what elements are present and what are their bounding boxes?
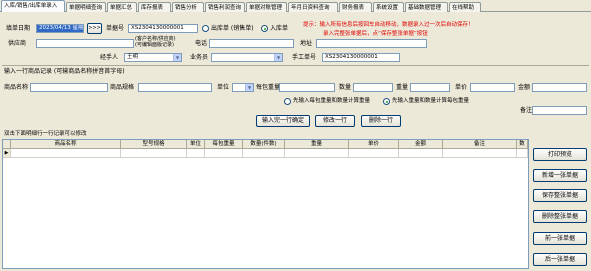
grid-cell[interactable]: [243, 149, 285, 158]
radio-outbound-label: 出库单 (销售单): [211, 25, 254, 32]
pack-weight-field[interactable]: [279, 83, 335, 92]
total-weight-label: 重量: [396, 84, 409, 91]
date-label: 填单日期: [6, 25, 31, 32]
radio-calc-by-weight-label: 先输入重量和数量计算每包重量: [392, 98, 470, 104]
note-label: 备注: [520, 107, 533, 114]
total-weight-field[interactable]: [410, 83, 450, 92]
tab-sales-analysis[interactable]: 销售分析: [172, 2, 204, 12]
tab-settings[interactable]: 系统设置: [373, 2, 404, 12]
new-document-button[interactable]: 新增一张单据: [533, 169, 587, 182]
grid-col-name[interactable]: 商品名称: [11, 140, 121, 149]
radio-calc-by-pack-label: 先输入每包重量和数量计算重量: [293, 98, 371, 104]
grid-col-note[interactable]: 备注: [443, 140, 517, 149]
detail-grid[interactable]: 商品名称 型号规格 单位 每包重量 数量(件数) 重量 单价 金额 备注 数 ▶: [2, 139, 529, 269]
tip-line-1: 提示：输入所有信息后按回车自动移动，数据录入过一次后自动保存！: [303, 22, 474, 28]
tab-help[interactable]: 在线帮助: [449, 2, 481, 12]
tab-finance[interactable]: 财务报表: [339, 2, 372, 12]
radio-outbound[interactable]: [202, 25, 209, 32]
price-field[interactable]: [470, 83, 515, 92]
grid-col-qty[interactable]: 数量(件数): [243, 140, 285, 149]
product-name-label: 商品名称: [4, 84, 29, 91]
tip-line-2: 录入完整张单据后，点“保存整张单据”按钮: [323, 31, 428, 37]
tab-entry[interactable]: 入库/销售/出库单录入: [1, 0, 65, 12]
chevron-down-icon[interactable]: ▼: [173, 54, 181, 61]
grid-cell[interactable]: [285, 149, 349, 158]
grid-col-price[interactable]: 单价: [349, 140, 399, 149]
tab-strip: 入库/销售/出库单录入 单据明细查询 单据汇总 库存报表 销售分析 销售利润查询…: [0, 0, 591, 12]
quantity-field[interactable]: [353, 83, 393, 92]
grid-cell[interactable]: [205, 149, 243, 158]
delete-row-button[interactable]: 删除一行: [361, 115, 401, 127]
salesman-label: 业务员: [190, 54, 209, 61]
chevron-down-icon[interactable]: ▼: [274, 54, 282, 61]
grid-cell[interactable]: [11, 149, 121, 158]
phone-label: 电话: [195, 40, 208, 47]
grid-cell[interactable]: [349, 149, 399, 158]
amount-field[interactable]: [532, 83, 587, 92]
tab-basic-data[interactable]: 基础数据管理: [405, 2, 448, 12]
unit-select[interactable]: ▼: [232, 83, 254, 92]
date-field[interactable]: 2023/04/13 星期四: [36, 24, 84, 33]
docno-field[interactable]: XS2304130000001: [128, 24, 198, 33]
row-pointer-icon: ▶: [3, 149, 11, 158]
date-picker-button[interactable]: >>>: [87, 23, 102, 34]
radio-calc-by-pack[interactable]: [284, 98, 291, 105]
product-spec-label: 商品规格: [110, 84, 135, 91]
grid-col-extra[interactable]: 数: [517, 140, 528, 149]
handler-value: 王明: [127, 54, 139, 60]
chevron-down-icon[interactable]: ▼: [245, 84, 253, 91]
price-label: 单价: [455, 84, 468, 91]
product-spec-field[interactable]: [138, 83, 212, 92]
manual-no-label: 手工单号: [292, 54, 317, 61]
delete-document-button[interactable]: 删除整张单据: [533, 210, 587, 223]
divider: [2, 65, 589, 66]
previous-document-button[interactable]: 前一张单据: [533, 232, 587, 245]
amount-label: 金额: [518, 84, 531, 91]
quantity-label: 数量: [339, 84, 352, 91]
confirm-row-button[interactable]: 输入完一行确定: [256, 115, 310, 127]
save-document-button[interactable]: 保存整张单据: [533, 189, 587, 202]
grid-col-pack-weight[interactable]: 每包重量: [205, 140, 243, 149]
address-field[interactable]: [316, 39, 427, 48]
grid-cell[interactable]: [443, 149, 517, 158]
next-document-button[interactable]: 后一张单据: [533, 253, 587, 266]
supplier-field[interactable]: [36, 39, 134, 48]
edit-row-button[interactable]: 修改一行: [315, 115, 355, 127]
tab-profit[interactable]: 销售利润查询: [205, 2, 245, 12]
supplier-label: 供应商: [8, 40, 27, 47]
pack-weight-label: 每包重量: [256, 84, 281, 91]
radio-calc-by-weight[interactable]: [383, 98, 390, 105]
tab-reconcile[interactable]: 单据对账管理: [246, 2, 287, 12]
radio-inbound[interactable]: [261, 25, 268, 32]
customer-hint-2: (可编辑面版记录): [135, 42, 174, 48]
manual-no-field[interactable]: XS2304130000001: [322, 53, 400, 62]
grid-cell[interactable]: [121, 149, 187, 158]
tab-date-query[interactable]: 年月日资料查询: [288, 2, 338, 12]
grid-col-weight[interactable]: 重量: [285, 140, 349, 149]
docno-label: 单据号: [106, 25, 125, 32]
address-label: 地址: [300, 40, 313, 47]
grid-col-amount[interactable]: 金额: [399, 140, 443, 149]
radio-inbound-label: 入库单: [270, 25, 289, 32]
grid-col-unit[interactable]: 单位: [187, 140, 205, 149]
tab-detail-query[interactable]: 单据明细查询: [66, 2, 106, 12]
product-name-field[interactable]: [30, 83, 108, 92]
tab-inventory[interactable]: 库存报表: [138, 2, 171, 12]
handler-select[interactable]: 王明 ▼: [124, 53, 182, 62]
grid-row-header: [3, 140, 11, 149]
entry-section-title: 输入一行商品记录 (可输商品名称拼音首字母): [4, 68, 125, 75]
note-field[interactable]: [532, 106, 587, 115]
grid-cell[interactable]: [517, 149, 528, 158]
unit-label: 单位: [217, 84, 230, 91]
grid-col-spec[interactable]: 型号规格: [121, 140, 187, 149]
tab-summary[interactable]: 单据汇总: [107, 2, 137, 12]
phone-field[interactable]: [209, 39, 294, 48]
grid-cell[interactable]: [187, 149, 205, 158]
grid-cell[interactable]: [399, 149, 443, 158]
print-preview-button[interactable]: 打印预览: [533, 148, 587, 161]
grid-caption: 双击下面明细行一行记录可以修改: [4, 131, 87, 137]
handler-label: 经手人: [100, 54, 119, 61]
salesman-select[interactable]: ▼: [211, 53, 283, 62]
